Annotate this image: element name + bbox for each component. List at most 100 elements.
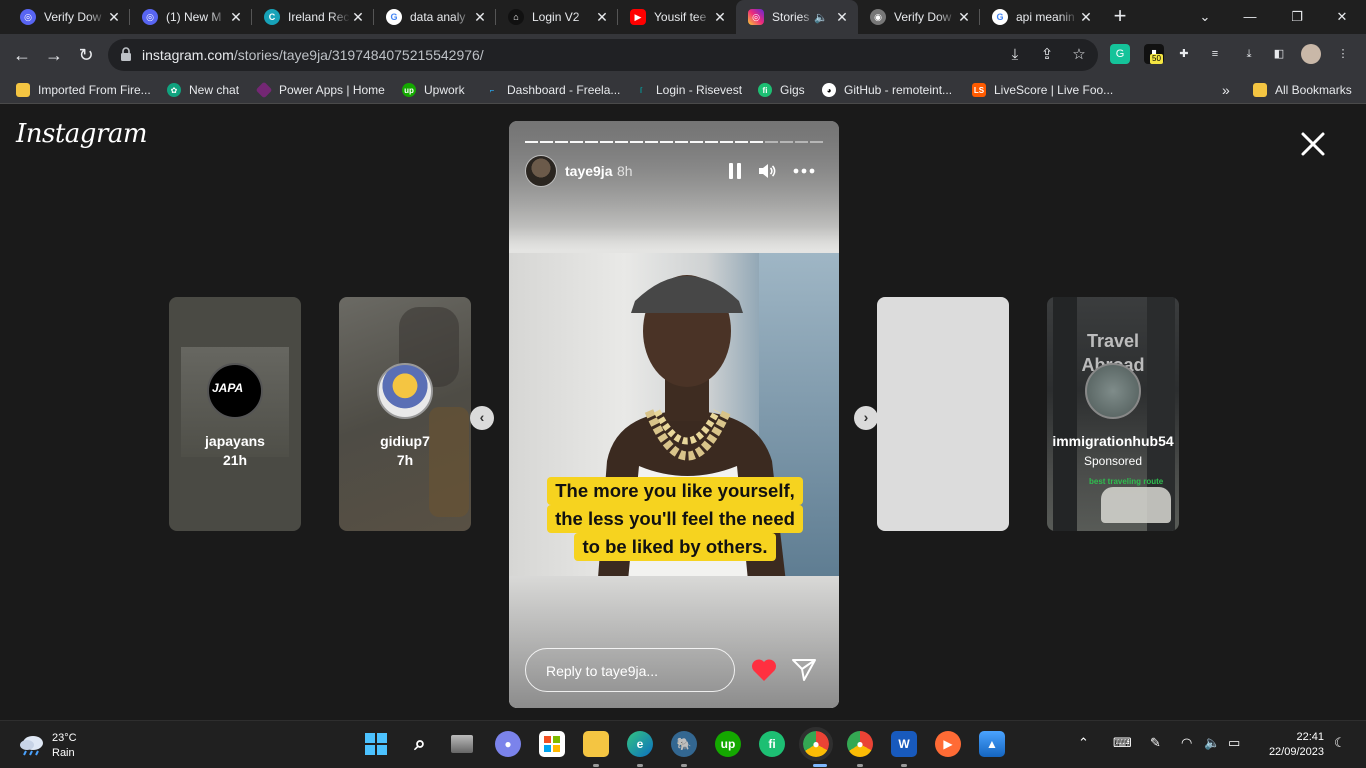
keyboard-icon[interactable]: ⌨: [1113, 735, 1132, 751]
wifi-icon[interactable]: ◠: [1181, 735, 1192, 751]
tab-data-analytics[interactable]: G data analy ✕: [374, 0, 496, 34]
story-preview-blank[interactable]: [877, 297, 1009, 531]
active-story[interactable]: taye9ja 8h The more you like yourself, t…: [509, 121, 839, 708]
close-icon[interactable]: [1298, 129, 1328, 159]
side-panel-icon[interactable]: ◧: [1269, 44, 1289, 64]
photos-icon[interactable]: ▲: [979, 731, 1005, 757]
downloads-icon[interactable]: ⤓: [1239, 44, 1259, 64]
close-icon[interactable]: ✕: [472, 9, 488, 25]
close-icon[interactable]: ✕: [1078, 9, 1094, 25]
extensions-puzzle-icon[interactable]: ✚: [1174, 44, 1194, 64]
bookmark-dashboard[interactable]: ⌐ Dashboard - Freela...: [485, 81, 621, 99]
battery-icon[interactable]: ▭: [1228, 735, 1240, 751]
tab-login-v2[interactable]: ⌂ Login V2 ✕: [496, 0, 618, 34]
weather-widget[interactable]: 23°C Rain: [52, 731, 77, 761]
close-icon[interactable]: ✕: [350, 9, 366, 25]
tab-new-message[interactable]: ◎ (1) New M ✕: [130, 0, 252, 34]
send-icon[interactable]: [791, 657, 817, 683]
back-button[interactable]: ←: [10, 43, 34, 67]
start-button[interactable]: [363, 731, 389, 757]
preview-username: gidiup7: [380, 433, 430, 449]
file-explorer-icon[interactable]: [583, 731, 609, 757]
speaker-icon[interactable]: 🔈: [814, 11, 828, 24]
pause-icon[interactable]: [725, 161, 745, 181]
focus-moon-icon[interactable]: ☾: [1334, 735, 1346, 751]
bookmarks-overflow-button[interactable]: »: [1222, 81, 1230, 99]
story-preview-immigrationhub54[interactable]: Travel Abroad immigrationhub54 Sponsored…: [1047, 297, 1179, 531]
new-tab-button[interactable]: +: [1108, 5, 1132, 29]
close-icon[interactable]: ✕: [834, 9, 850, 25]
clock[interactable]: 22:41 22/09/2023: [1260, 730, 1324, 760]
tab-verify-2[interactable]: ◉ Verify Dow ✕: [858, 0, 980, 34]
bookmark-new-chat[interactable]: ✿ New chat: [167, 81, 239, 99]
pen-icon[interactable]: ✎: [1150, 735, 1161, 751]
lock-icon[interactable]: [120, 47, 132, 62]
forward-button[interactable]: →: [42, 43, 66, 67]
progress-segment: [660, 141, 673, 143]
bookmark-livescore[interactable]: LS LiveScore | Live Foo...: [972, 81, 1113, 99]
bookmark-github[interactable]: ◕ GitHub - remoteint...: [822, 81, 952, 99]
tab-ireland[interactable]: C Ireland Rec ✕: [252, 0, 374, 34]
verify-icon: ◎: [20, 9, 36, 25]
bookmark-risevest[interactable]: ſ Login - Risevest: [634, 81, 742, 99]
upwork-app-icon[interactable]: up: [715, 731, 741, 757]
media-control-icon[interactable]: ≡: [1205, 44, 1225, 64]
story-username[interactable]: taye9ja: [565, 163, 612, 179]
close-icon[interactable]: ✕: [228, 9, 244, 25]
volume-icon[interactable]: [757, 161, 777, 181]
tab-search-button[interactable]: ⌄: [1193, 5, 1217, 29]
bookmark-upwork[interactable]: up Upwork: [402, 81, 465, 99]
grammarly-extension-icon[interactable]: G: [1110, 44, 1130, 64]
chrome-menu-icon[interactable]: ⋮: [1333, 44, 1353, 64]
search-icon[interactable]: ⌕: [407, 731, 433, 757]
address-bar[interactable]: instagram.com/stories/taye9ja/3197484075…: [108, 39, 1098, 71]
speaker-icon[interactable]: 🔈: [1204, 735, 1220, 751]
share-icon[interactable]: ⇪: [1038, 46, 1056, 64]
fiverr-app-icon[interactable]: fi: [759, 731, 785, 757]
media-player-icon[interactable]: ▶: [935, 731, 961, 757]
next-story-button[interactable]: ›: [854, 406, 878, 430]
running-indicator: [637, 764, 643, 767]
all-bookmarks[interactable]: All Bookmarks: [1253, 81, 1352, 99]
edge-icon[interactable]: e: [627, 731, 653, 757]
folder-icon: [1253, 83, 1267, 97]
close-icon[interactable]: ✕: [106, 9, 122, 25]
bookmark-gigs[interactable]: fi Gigs: [758, 81, 805, 99]
chrome-icon-profile-2[interactable]: ●: [847, 731, 873, 757]
progress-segment: [615, 141, 628, 143]
store-icon[interactable]: [539, 731, 565, 757]
restore-button[interactable]: ❐: [1285, 5, 1309, 29]
word-icon[interactable]: W: [891, 731, 917, 757]
profile-avatar[interactable]: [1301, 44, 1321, 64]
story-preview-japayans[interactable]: JAPA japayans 21h: [169, 297, 301, 531]
minimize-button[interactable]: —: [1238, 5, 1262, 29]
reload-button[interactable]: ↻: [74, 43, 98, 67]
rain-cloud-icon[interactable]: [18, 733, 46, 757]
more-options-icon[interactable]: [793, 161, 815, 181]
bookmark-power-apps[interactable]: Power Apps | Home: [255, 81, 385, 99]
story-preview-gidiup7[interactable]: gidiup7 7h: [339, 297, 471, 531]
previous-story-button[interactable]: ‹: [470, 406, 494, 430]
close-window-button[interactable]: ✕: [1330, 5, 1354, 29]
bookmark-star-icon[interactable]: ☆: [1070, 46, 1088, 64]
bookmark-imported[interactable]: Imported From Fire...: [16, 81, 151, 99]
close-icon[interactable]: ✕: [594, 9, 610, 25]
close-icon[interactable]: ✕: [712, 9, 728, 25]
url-text[interactable]: instagram.com/stories/taye9ja/3197484075…: [142, 47, 484, 63]
close-icon[interactable]: ✕: [956, 9, 972, 25]
badge-extension-icon[interactable]: ▮ 50: [1144, 44, 1164, 64]
task-view-icon[interactable]: [451, 735, 473, 753]
install-icon[interactable]: ⤓: [1006, 46, 1024, 64]
reply-input[interactable]: Reply to taye9ja...: [525, 648, 735, 692]
postgres-icon[interactable]: 🐘: [671, 731, 697, 757]
show-hidden-icons[interactable]: ⌃: [1078, 735, 1089, 751]
teams-chat-icon[interactable]: ●: [495, 731, 521, 757]
tab-stories[interactable]: ◎ Stories 🔈 ✕: [736, 0, 858, 34]
tab-youtube[interactable]: ▶ Yousif tee ✕: [618, 0, 736, 34]
chrome-icon-profile-1[interactable]: ●: [799, 727, 833, 761]
tab-api-meaning[interactable]: G api meanin ✕: [980, 0, 1102, 34]
instagram-logo[interactable]: Instagram: [16, 119, 148, 149]
story-avatar[interactable]: [525, 155, 557, 187]
tab-verify-1[interactable]: ◎ Verify Dow ✕: [8, 0, 130, 34]
like-heart-icon[interactable]: [751, 658, 777, 682]
